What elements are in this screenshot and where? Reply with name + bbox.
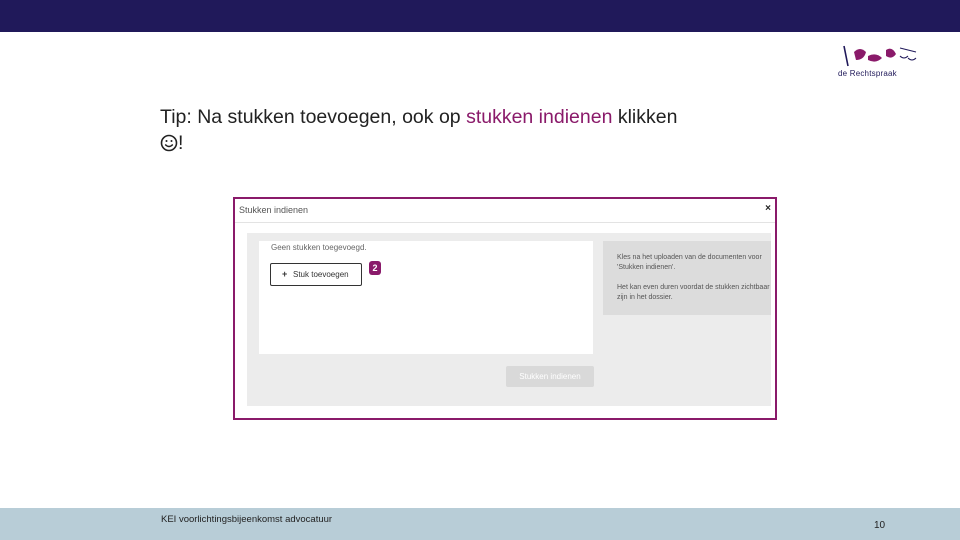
dialog-header: Stukken indienen × [235, 199, 775, 223]
title-text: Tip: Na stukken toevoegen, ook op [160, 106, 467, 128]
logo-text: de Rechtspraak [838, 69, 897, 78]
step-badge: 2 [369, 261, 381, 275]
plus-icon: + [282, 269, 288, 279]
close-icon[interactable]: × [765, 203, 771, 214]
title-exclamation: ! [178, 132, 184, 154]
footer-band [0, 508, 960, 540]
dialog-body: Geen stukken toegevoegd. + Stuk toevoege… [247, 233, 771, 406]
dialog-title: Stukken indienen [239, 205, 309, 215]
info-text: Het kan even duren voordat de stukken zi… [617, 284, 770, 301]
smiley-icon [160, 134, 178, 152]
footer-text: KEI voorlichtingsbijeenkomst advocatuur [161, 514, 333, 525]
title-text-end: klikken [612, 106, 678, 128]
page-number: 10 [874, 520, 886, 531]
slide-title: Tip: Na stukken toevoegen, ook op stukke… [160, 104, 820, 156]
empty-state-text: Geen stukken toegevoegd. [271, 243, 367, 252]
title-accent-text: stukken indienen [466, 106, 613, 128]
submit-documents-button[interactable]: Stukken indienen [506, 366, 594, 387]
add-document-button[interactable]: + Stuk toevoegen [270, 263, 362, 286]
header-band [0, 0, 960, 32]
screenshot-frame: Stukken indienen × Geen stukken toegevoe… [233, 197, 777, 420]
info-text: Kles na het uploaden van de documenten v… [617, 254, 762, 271]
info-box: Kles na het uploaden van de documenten v… [603, 241, 771, 315]
add-document-label: Stuk toevoegen [293, 270, 349, 279]
slide: de Rechtspraak Tip: Na stukken toevoegen… [0, 0, 960, 540]
upload-area: Geen stukken toegevoegd. + Stuk toevoege… [259, 241, 593, 354]
